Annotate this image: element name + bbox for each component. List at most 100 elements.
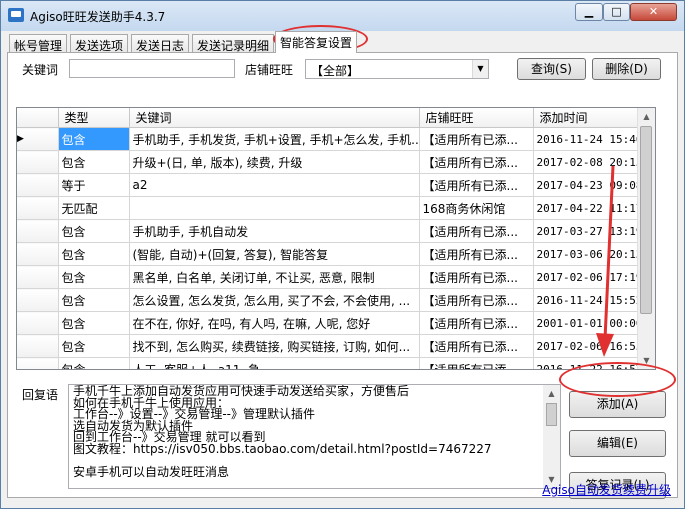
cell-shop[interactable]: 【适用所有已添...	[419, 219, 534, 243]
scroll-up-icon[interactable]: ▲	[543, 385, 560, 402]
cell-time[interactable]: 2016-11-24 15:46:03	[533, 127, 639, 151]
scroll-up-icon[interactable]: ▲	[638, 108, 655, 125]
annotation-arrow-line	[603, 165, 615, 340]
cell-keyword[interactable]: a2	[129, 173, 420, 197]
cell-keyword[interactable]: 怎么设置, 怎么发货, 怎么用, 买了不会, 不会使用, ...	[129, 288, 420, 312]
cell-keyword[interactable]: (智能, 自动)+(回复, 答复), 智能答复	[129, 242, 420, 266]
column-header-time[interactable]: 添加时间	[533, 108, 639, 128]
keyword-input[interactable]	[69, 59, 235, 78]
cell-shop[interactable]: 【适用所有已添...	[419, 288, 534, 312]
cell-type[interactable]: 包含	[58, 150, 130, 174]
table-row[interactable]: 包含手机助手, 手机自动发【适用所有已添...2017-03-27 13:19:…	[17, 219, 639, 243]
tab-send-log[interactable]: 发送日志	[131, 34, 190, 53]
reply-line: 安卓手机可以自动发旺旺消息	[73, 464, 230, 479]
window-title: Agiso旺旺发送助手4.3.7	[30, 10, 166, 24]
cell-keyword[interactable]: 找不到, 怎么购买, 续费链接, 购买链接, 订购, 如何...	[129, 334, 420, 358]
table-row[interactable]: 包含 (智能, 自动)+(回复, 答复), 智能答复 【适用所有已添... 2017-…	[17, 242, 639, 266]
chevron-down-icon[interactable]: ▼	[472, 60, 488, 78]
shop-label: 店铺旺旺	[245, 63, 294, 77]
row-header-cell[interactable]	[17, 150, 59, 174]
cell-type[interactable]: 无匹配	[58, 196, 130, 220]
tab-smart-reply-settings[interactable]: 智能答复设置	[275, 31, 358, 53]
table-row[interactable]: 包含 怎么设置, 怎么发货, 怎么用, 买了不会, 不会使用, ... 【适用所有已…	[17, 288, 639, 312]
renew-upgrade-link[interactable]: Agiso自动发货续费升级	[542, 481, 671, 498]
grid-scrollbar[interactable]: ▲ ▼	[637, 108, 655, 369]
row-header-cell[interactable]	[17, 334, 59, 358]
reply-textarea[interactable]: 手机千牛上添加自动发货应用可快速手动发送给买家，方便售后 如何在手机千牛上使用应用…	[68, 384, 561, 489]
cell-shop[interactable]: 【适用所有已添...	[419, 311, 534, 335]
row-header-cell[interactable]	[17, 311, 59, 335]
scroll-thumb[interactable]	[546, 403, 557, 426]
annotation-arrow-head	[596, 333, 614, 357]
rules-grid: 类型 关键词 店铺旺旺 添加时间 ▶ 包含 手机助手, 手机发货, 手机+设置, 手…	[16, 107, 656, 370]
tab-send-record-details[interactable]: 发送记录明细	[192, 34, 275, 53]
row-header-cell[interactable]	[17, 219, 59, 243]
cell-type[interactable]: 包含	[58, 219, 130, 243]
column-header-keyword[interactable]: 关键词	[129, 108, 420, 128]
cell-type[interactable]: 包含	[58, 265, 130, 289]
tab-send-options[interactable]: 发送选项	[70, 34, 129, 53]
row-header-corner	[17, 108, 59, 128]
scroll-thumb[interactable]	[640, 126, 652, 314]
cell-shop[interactable]: 【适用所有已添...	[419, 127, 534, 151]
reply-line: 图文教程：https://isv050.bbs.taobao.com/detai…	[73, 441, 492, 456]
add-button[interactable]: 添加(A)	[569, 391, 666, 418]
row-header-cell[interactable]	[17, 265, 59, 289]
reply-text: 手机千牛上添加自动发货应用可快速手动发送给买家，方便售后 如何在手机千牛上使用应用…	[73, 385, 543, 479]
cell-keyword[interactable]: 在不在, 你好, 在吗, 有人吗, 在嘛, 人呢, 您好	[129, 311, 420, 335]
cell-type[interactable]: 包含	[58, 334, 130, 358]
cell-shop[interactable]: 168商务休闲馆	[419, 196, 534, 220]
minimize-button[interactable]: ▁	[575, 3, 603, 21]
table-row[interactable]: 包含 人工, 客服+人, a11, 急【适用所有已添... 2016-11-22 1…	[17, 357, 639, 369]
table-row[interactable]: 包含 找不到, 怎么购买, 续费链接, 购买链接, 订购, 如何... 【适用所有已…	[17, 334, 639, 358]
header-row: 类型 关键词 店铺旺旺 添加时间	[17, 108, 639, 128]
reply-label: 回复语	[22, 388, 59, 402]
app-window: Agiso旺旺发送助手4.3.7 ▁ □ ✕ 帐号管理 发送选项 发送日志 发送…	[0, 0, 685, 509]
cell-keyword[interactable]: 黑名单, 白名单, 关闭订单, 不让买, 恶意, 限制	[129, 265, 420, 289]
cell-keyword[interactable]: 升级+(日, 单, 版本), 续费, 升级	[129, 150, 420, 174]
row-header-cell[interactable]	[17, 173, 59, 197]
shop-select[interactable]: 【全部】 ▼	[305, 59, 489, 79]
maximize-button[interactable]: □	[603, 3, 630, 21]
tab-account-management[interactable]: 帐号管理	[9, 34, 68, 53]
table-row[interactable]: 等于a2【适用所有已添...2017-04-23 09:08:56	[17, 173, 639, 197]
cell-keyword[interactable]: 手机助手, 手机自动发	[129, 219, 420, 243]
query-button[interactable]: 查询(S)	[517, 58, 586, 80]
column-header-shop[interactable]: 店铺旺旺	[419, 108, 534, 128]
row-header-cell[interactable]	[17, 288, 59, 312]
cell-type[interactable]: 等于	[58, 173, 130, 197]
table-row[interactable]: 包含 黑名单, 白名单, 关闭订单, 不让买, 恶意, 限制 【适用所有已添... 2…	[17, 265, 639, 289]
table-row[interactable]: 包含 在不在, 你好, 在吗, 有人吗, 在嘛, 人呢, 您好 【适用所有已添...…	[17, 311, 639, 335]
cell-type[interactable]: 包含	[58, 357, 130, 369]
cell-type[interactable]: 包含	[58, 127, 130, 151]
table-row[interactable]: 无匹配168商务休闲馆2017-04-22 11:17:48	[17, 196, 639, 220]
cell-shop[interactable]: 【适用所有已添...	[419, 150, 534, 174]
edit-button[interactable]: 编辑(E)	[569, 430, 666, 457]
title-bar[interactable]: Agiso旺旺发送助手4.3.7 ▁ □ ✕	[1, 1, 684, 31]
table-row[interactable]: 包含 升级+(日, 单, 版本), 续费, 升级 【适用所有已添... 2017-02…	[17, 150, 639, 174]
cell-keyword[interactable]	[129, 196, 420, 220]
rules-table: 类型 关键词 店铺旺旺 添加时间 ▶ 包含 手机助手, 手机发货, 手机+设置, 手…	[17, 108, 639, 369]
row-header-cell[interactable]	[17, 357, 59, 369]
scroll-down-icon[interactable]: ▼	[638, 352, 655, 369]
cell-type[interactable]: 包含	[58, 242, 130, 266]
cell-keyword[interactable]: 手机助手, 手机发货, 手机+设置, 手机+怎么发, 手机...	[129, 127, 420, 151]
cell-type[interactable]: 包含	[58, 288, 130, 312]
cell-shop[interactable]: 【适用所有已添...	[419, 173, 534, 197]
cell-keyword[interactable]: 人工, 客服+人, a11, 急	[129, 357, 420, 369]
row-header-cell[interactable]	[17, 196, 59, 220]
delete-button[interactable]: 删除(D)	[592, 58, 661, 80]
shop-select-value: 【全部】	[311, 64, 360, 78]
cell-shop[interactable]: 【适用所有已添...	[419, 242, 534, 266]
row-header-cell[interactable]	[17, 242, 59, 266]
table-row[interactable]: ▶ 包含 手机助手, 手机发货, 手机+设置, 手机+怎么发, 手机... 【适用所有…	[17, 127, 639, 151]
cell-shop[interactable]: 【适用所有已添...	[419, 334, 534, 358]
column-header-type[interactable]: 类型	[58, 108, 130, 128]
row-header-cell[interactable]: ▶	[17, 127, 59, 151]
cell-shop[interactable]: 【适用所有已添...	[419, 265, 534, 289]
reply-scrollbar[interactable]: ▲ ▼	[543, 385, 560, 488]
close-button[interactable]: ✕	[630, 3, 677, 21]
cell-shop[interactable]: 【适用所有已添...	[419, 357, 534, 369]
cell-type[interactable]: 包含	[58, 311, 130, 335]
keyword-label: 关键词	[22, 63, 59, 77]
